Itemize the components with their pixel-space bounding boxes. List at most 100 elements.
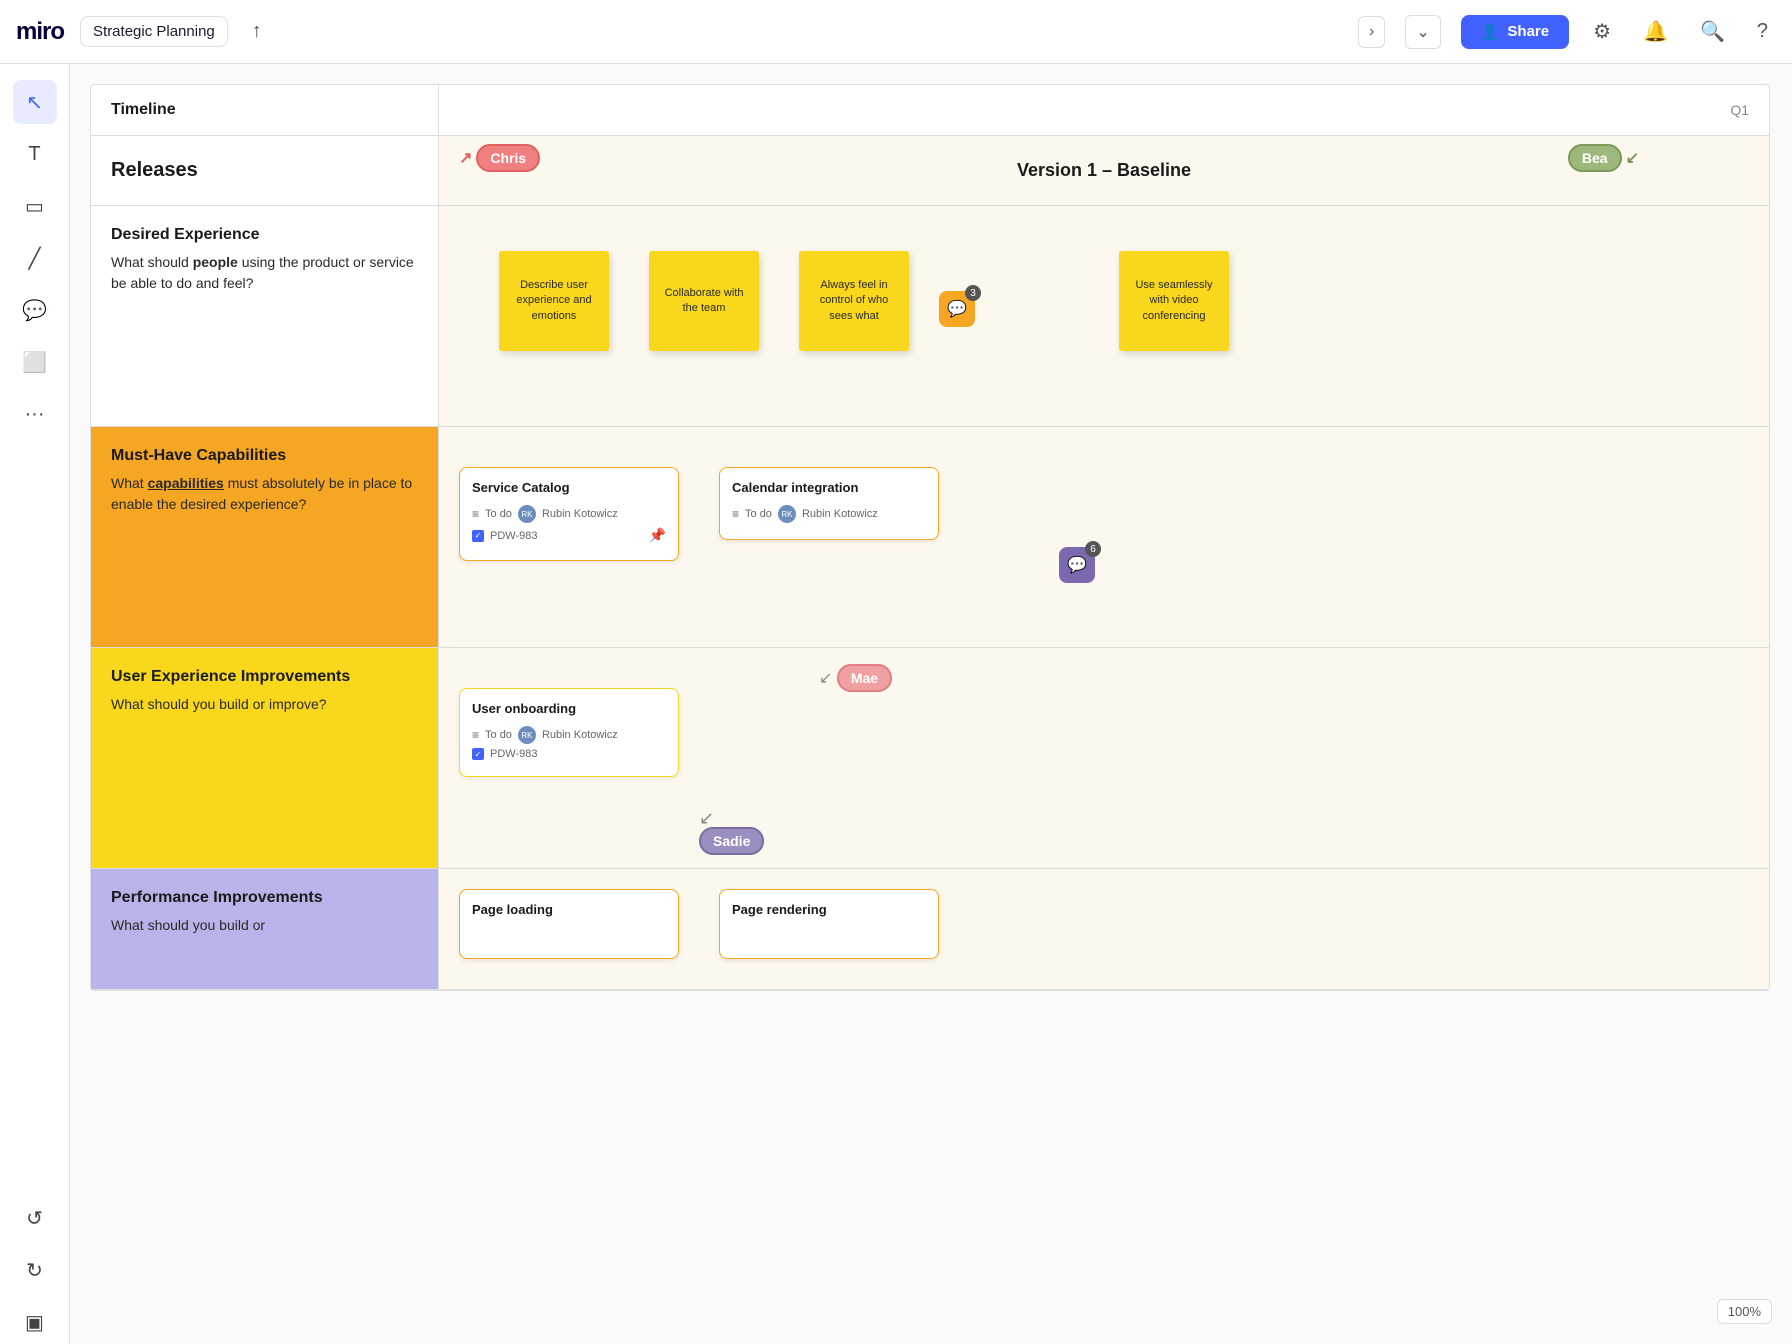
ux-improvements-row: User Experience Improvements What should…	[91, 648, 1769, 869]
ticket-service: PDW-983	[490, 530, 537, 542]
card-status-calendar: To do	[745, 508, 772, 520]
performance-desc: What should you build or	[111, 915, 418, 936]
desired-experience-left: Desired Experience What should people us…	[91, 206, 439, 426]
comment-icon-1[interactable]: 💬 3	[939, 291, 975, 327]
card-title-calendar: Calendar integration	[732, 480, 926, 495]
upload-button[interactable]: ↑	[244, 16, 270, 47]
sticky-video[interactable]: Use seamlessly with video conferencing	[1119, 251, 1229, 351]
version-label: Version 1 – Baseline ↗ Chris Bea ↙	[439, 136, 1769, 205]
avatar-onboarding: RK	[518, 726, 536, 744]
cursor-mae: ↙ Mae	[819, 668, 892, 688]
nav-forward-button[interactable]: ›	[1358, 16, 1385, 48]
assignee-calendar: Rubin Kotowicz	[802, 508, 878, 520]
card-status-row-onboarding: ≡ To do RK Rubin Kotowicz	[472, 726, 666, 744]
must-have-title: Must-Have Capabilities	[111, 447, 418, 465]
version-text: Version 1 – Baseline	[1017, 160, 1191, 181]
tool-frame[interactable]: ⬜	[13, 340, 57, 384]
card-page-rendering[interactable]: Page rendering	[719, 889, 939, 959]
bubble-bea: Bea	[1568, 144, 1622, 172]
cursor-arrow-chris: ↗	[459, 148, 472, 168]
notifications-button[interactable]: 🔔	[1635, 13, 1676, 50]
board: Timeline Q1 Releases Version 1 – Baselin…	[90, 84, 1770, 991]
tool-line[interactable]: ╱	[13, 236, 57, 280]
help-button[interactable]: ?	[1749, 14, 1776, 49]
performance-right: Page loading Page rendering	[439, 869, 1769, 989]
card-status-row-service: ≡ To do RK Rubin Kotowicz	[472, 505, 666, 523]
card-title-onboarding: User onboarding	[472, 701, 666, 716]
comment-icon-symbol: 💬	[947, 299, 967, 319]
tool-more[interactable]: ···	[13, 392, 57, 436]
checkbox-service	[472, 530, 484, 542]
share-button[interactable]: 👤 Share	[1461, 15, 1569, 49]
sidebar: ↖ T ▭ ╱ 💬 ⬜ ··· ↺ ↻ ▣	[0, 64, 70, 1344]
pin-icon: 📌	[649, 527, 666, 544]
share-label: Share	[1507, 23, 1549, 40]
card-page-loading[interactable]: Page loading	[459, 889, 679, 959]
card-status-row-calendar: ≡ To do RK Rubin Kotowicz	[732, 505, 926, 523]
checkbox-onboarding	[472, 748, 484, 760]
cursor-arrow-mae: ↙	[819, 670, 832, 687]
ux-left: User Experience Improvements What should…	[91, 648, 439, 868]
avatar-service: RK	[518, 505, 536, 523]
must-have-row: Must-Have Capabilities What capabilities…	[91, 427, 1769, 648]
nav-dropdown-button[interactable]: ⌄	[1405, 15, 1440, 49]
bubble-sadie: Sadie	[699, 827, 764, 855]
sticky-collaborate[interactable]: Collaborate with the team	[649, 251, 759, 351]
performance-left: Performance Improvements What should you…	[91, 869, 439, 989]
card-title-page-rendering: Page rendering	[732, 902, 926, 917]
lines-icon-3: ≡	[472, 728, 479, 742]
lines-icon: ≡	[472, 507, 479, 521]
settings-button[interactable]: ⚙	[1585, 13, 1619, 50]
share-icon: 👤	[1481, 23, 1500, 41]
ticket-onboarding: PDW-983	[490, 748, 537, 760]
desired-experience-row: Desired Experience What should people us…	[91, 206, 1769, 427]
cursor-arrow-sadie: ↙	[699, 808, 714, 828]
sticky-describe[interactable]: Describe user experience and emotions	[499, 251, 609, 351]
avatar-calendar: RK	[778, 505, 796, 523]
card-title-service: Service Catalog	[472, 480, 666, 495]
assignee-service: Rubin Kotowicz	[542, 508, 618, 520]
zoom-value: 100%	[1728, 1304, 1761, 1319]
tool-sticky[interactable]: ▭	[13, 184, 57, 228]
zoom-indicator: 100%	[1717, 1299, 1772, 1324]
comment-badge-1: 3	[965, 285, 981, 301]
desired-experience-title: Desired Experience	[111, 226, 418, 244]
desired-experience-right: Describe user experience and emotions Co…	[439, 206, 1769, 426]
card-user-onboarding[interactable]: User onboarding ≡ To do RK Rubin Kotowic…	[459, 688, 679, 777]
timeline-label: Timeline	[91, 85, 439, 135]
redo-button[interactable]: ↻	[13, 1248, 57, 1292]
bubble-chris: Chris	[476, 144, 540, 172]
q1-label: Q1	[439, 85, 1769, 135]
releases-label: Releases	[91, 136, 439, 205]
bubble-mae: Mae	[837, 664, 892, 692]
assignee-onboarding: Rubin Kotowicz	[542, 729, 618, 741]
board-header-row: Timeline Q1	[91, 85, 1769, 136]
search-button[interactable]: 🔍	[1692, 13, 1733, 50]
cursor-sadie-arrow: ↙	[699, 808, 714, 829]
card-status-onboarding: To do	[485, 729, 512, 741]
tool-comment[interactable]: 💬	[13, 288, 57, 332]
comment-icon2-symbol: 💬	[1067, 555, 1087, 575]
board-title[interactable]: Strategic Planning	[80, 16, 228, 47]
undo-button[interactable]: ↺	[13, 1196, 57, 1240]
tool-text[interactable]: T	[13, 132, 57, 176]
must-have-left: Must-Have Capabilities What capabilities…	[91, 427, 439, 647]
card-title-page-loading: Page loading	[472, 902, 666, 917]
cursor-chris: ↗ Chris	[459, 144, 540, 172]
must-have-right: Service Catalog ≡ To do RK Rubin Kotowic…	[439, 427, 1769, 647]
comment-icon-2[interactable]: 💬 6	[1059, 547, 1095, 583]
cursor-bea: Bea ↙	[1568, 144, 1639, 172]
pages-button[interactable]: ▣	[13, 1300, 57, 1344]
performance-title: Performance Improvements	[111, 889, 418, 907]
canvas: Timeline Q1 Releases Version 1 – Baselin…	[70, 64, 1792, 1344]
cursor-arrow-bea: ↙	[1626, 148, 1639, 168]
ux-right: User onboarding ≡ To do RK Rubin Kotowic…	[439, 648, 1769, 868]
ux-title: User Experience Improvements	[111, 668, 418, 686]
releases-row: Releases Version 1 – Baseline ↗ Chris Be…	[91, 136, 1769, 206]
card-calendar[interactable]: Calendar integration ≡ To do RK Rubin Ko…	[719, 467, 939, 540]
logo: miro	[16, 18, 64, 46]
tool-cursor[interactable]: ↖	[13, 80, 57, 124]
lines-icon-2: ≡	[732, 507, 739, 521]
card-service-catalog[interactable]: Service Catalog ≡ To do RK Rubin Kotowic…	[459, 467, 679, 561]
sticky-control[interactable]: Always feel in control of who sees what	[799, 251, 909, 351]
